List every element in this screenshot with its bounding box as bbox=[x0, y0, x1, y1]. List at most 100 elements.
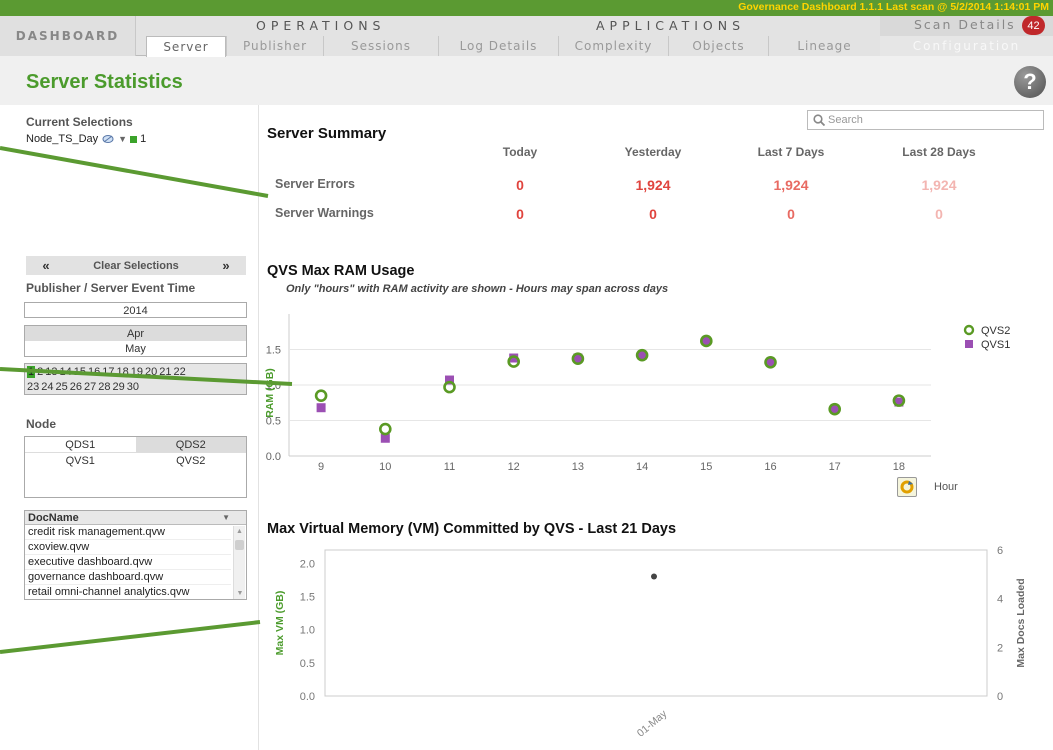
day-item[interactable]: 20 bbox=[145, 366, 157, 378]
search-box[interactable]: Search bbox=[807, 110, 1044, 130]
legend-label-qvs1: QVS1 bbox=[981, 339, 1010, 351]
day-item[interactable]: 26 bbox=[70, 381, 82, 393]
node-item-qds1[interactable]: QDS1 bbox=[25, 437, 136, 452]
day-item[interactable]: 24 bbox=[41, 381, 53, 393]
day-item[interactable]: 27 bbox=[84, 381, 96, 393]
col-header-yesterday: Yesterday bbox=[624, 145, 682, 159]
docname-item[interactable]: governance dashboard.qvw bbox=[25, 570, 231, 585]
docname-header[interactable]: DocName ▼ bbox=[25, 511, 246, 525]
node-item-qds2[interactable]: QDS2 bbox=[135, 437, 246, 452]
ram-x-tick-label: 18 bbox=[893, 461, 905, 473]
year-listbox[interactable]: 2014 bbox=[24, 302, 247, 318]
warnings-yesterday: 0 bbox=[649, 206, 657, 222]
day-item[interactable]: 15 bbox=[74, 366, 86, 378]
docname-header-label: DocName bbox=[28, 511, 79, 524]
selection-field-name: Node_TS_Day bbox=[26, 133, 99, 145]
tab-objects[interactable]: Objects bbox=[668, 36, 768, 56]
selection-value: 1 bbox=[140, 133, 147, 145]
ram-x-tick-label: 11 bbox=[444, 461, 455, 473]
current-selections-title: Current Selections bbox=[26, 115, 133, 129]
month-item-may[interactable]: May bbox=[25, 341, 246, 356]
vm-y-tick-label: 0.0 bbox=[300, 691, 315, 703]
day-item[interactable]: 13 bbox=[45, 366, 57, 378]
scroll-thumb[interactable] bbox=[235, 540, 244, 550]
docname-item[interactable]: retail omni-channel analytics.qvw bbox=[25, 585, 231, 599]
day-item[interactable]: 1 bbox=[27, 365, 36, 378]
day-item[interactable]: 2 bbox=[37, 366, 43, 378]
configuration-tab[interactable]: Configuration bbox=[880, 36, 1053, 56]
docname-item[interactable]: credit risk management.qvw bbox=[25, 525, 231, 540]
eraser-icon[interactable] bbox=[101, 133, 115, 145]
docname-listbox[interactable]: DocName ▼ credit risk management.qvw cxov… bbox=[24, 510, 247, 600]
ram-x-tick-label: 12 bbox=[508, 461, 520, 473]
tab-lineage[interactable]: Lineage bbox=[768, 36, 880, 56]
applications-group-label: APPLICATIONS bbox=[596, 18, 746, 33]
ram-x-tick-label: 17 bbox=[829, 461, 841, 473]
docname-sort-icon[interactable]: ▼ bbox=[222, 513, 230, 522]
search-placeholder: Search bbox=[828, 114, 863, 126]
month-listbox[interactable]: Apr May bbox=[24, 325, 247, 357]
errors-last-7-days: 1,924 bbox=[773, 177, 809, 193]
clear-selections-bar: « Clear Selections » bbox=[26, 256, 246, 275]
ram-usage-chart: 0.00.51.01.5RAM (GB)9 10 11 12 13 14 15 16 17 18Q… bbox=[264, 314, 1010, 473]
cycle-dimension-button[interactable] bbox=[897, 477, 917, 497]
day-item[interactable]: 17 bbox=[102, 366, 114, 378]
col-header-today: Today bbox=[502, 145, 538, 159]
next-arrow-button[interactable]: » bbox=[206, 258, 246, 273]
operations-group-label: OPERATIONS bbox=[256, 18, 386, 33]
month-item-apr[interactable]: Apr bbox=[25, 326, 246, 341]
ram-point-qvs2 bbox=[379, 422, 392, 436]
day-item[interactable]: 22 bbox=[174, 366, 186, 378]
page-title: Server Statistics bbox=[26, 71, 183, 93]
scan-details-button[interactable]: Scan Details bbox=[914, 17, 1016, 32]
tab-publisher[interactable]: Publisher bbox=[226, 36, 323, 56]
col-header-last-7-days: Last 7 Days bbox=[757, 145, 825, 159]
node-item-qvs2[interactable]: QVS2 bbox=[136, 453, 247, 468]
prev-arrow-button[interactable]: « bbox=[26, 258, 66, 273]
year-item[interactable]: 2014 bbox=[25, 303, 246, 318]
day-item[interactable]: 23 bbox=[27, 381, 39, 393]
docname-item[interactable]: executive dashboard.qvw bbox=[25, 555, 231, 570]
help-icon[interactable]: ? bbox=[1014, 66, 1046, 98]
warnings-last-7-days: 0 bbox=[787, 206, 795, 222]
ram-y-tick-label: 1.5 bbox=[266, 345, 281, 357]
dashboard-button[interactable]: DASHBOARD bbox=[0, 16, 136, 56]
vm-y-axis-label: Max VM (GB) bbox=[274, 591, 286, 656]
ram-y-tick-label: 0.0 bbox=[266, 451, 281, 463]
scroll-up-icon[interactable]: ▲ bbox=[235, 528, 244, 537]
current-selection-row[interactable]: Node_TS_Day ▼ 1 bbox=[26, 133, 146, 145]
node-item-qvs1[interactable]: QVS1 bbox=[25, 453, 136, 468]
day-item[interactable]: 25 bbox=[56, 381, 68, 393]
legend-marker-qvs1 bbox=[965, 340, 973, 348]
vm-y2-tick-label: 6 bbox=[997, 545, 1003, 557]
ram-point-qvs2 bbox=[314, 389, 328, 402]
dropdown-arrow-icon[interactable]: ▼ bbox=[118, 134, 127, 144]
tab-complexity[interactable]: Complexity bbox=[558, 36, 668, 56]
tab-server[interactable]: Server bbox=[146, 36, 226, 57]
docname-scrollbar[interactable]: ▲ ▼ bbox=[233, 526, 245, 599]
day-item[interactable]: 29 bbox=[113, 381, 125, 393]
day-item[interactable]: 19 bbox=[131, 366, 143, 378]
day-item[interactable]: 28 bbox=[98, 381, 110, 393]
cycle-icon bbox=[900, 480, 914, 494]
tab-sessions[interactable]: Sessions bbox=[323, 36, 438, 56]
clear-selections-button[interactable]: Clear Selections bbox=[66, 260, 206, 272]
day-item[interactable]: 18 bbox=[117, 366, 129, 378]
day-item[interactable]: 14 bbox=[60, 366, 72, 378]
ram-x-tick-label: 10 bbox=[379, 461, 391, 473]
legend-label-qvs2: QVS2 bbox=[981, 325, 1010, 337]
scroll-down-icon[interactable]: ▼ bbox=[235, 590, 245, 597]
vm-x-tick-label: 01-May bbox=[635, 707, 670, 739]
day-item[interactable]: 21 bbox=[159, 366, 171, 378]
day-item[interactable]: 16 bbox=[88, 366, 100, 378]
day-item[interactable]: 30 bbox=[127, 381, 139, 393]
docname-item[interactable]: cxoview.qvw bbox=[25, 540, 231, 555]
ram-point-qvs1 bbox=[316, 403, 326, 413]
vm-y2-axis-label: Max Docs Loaded bbox=[1015, 578, 1027, 667]
vm-plot-frame bbox=[324, 549, 988, 697]
main-navigation: DASHBOARD OPERATIONS APPLICATIONS Server… bbox=[0, 16, 1053, 57]
vm-y-tick-label: 1.5 bbox=[300, 591, 315, 603]
day-listbox[interactable]: 1 2 13 14 15 16 17 18 19 20 21 22 23 24 25 26 27 28 29 30 bbox=[24, 363, 247, 395]
node-listbox[interactable]: QDS1 QDS2 QVS1 QVS2 bbox=[24, 436, 247, 498]
tab-log-details[interactable]: Log Details bbox=[438, 36, 558, 56]
